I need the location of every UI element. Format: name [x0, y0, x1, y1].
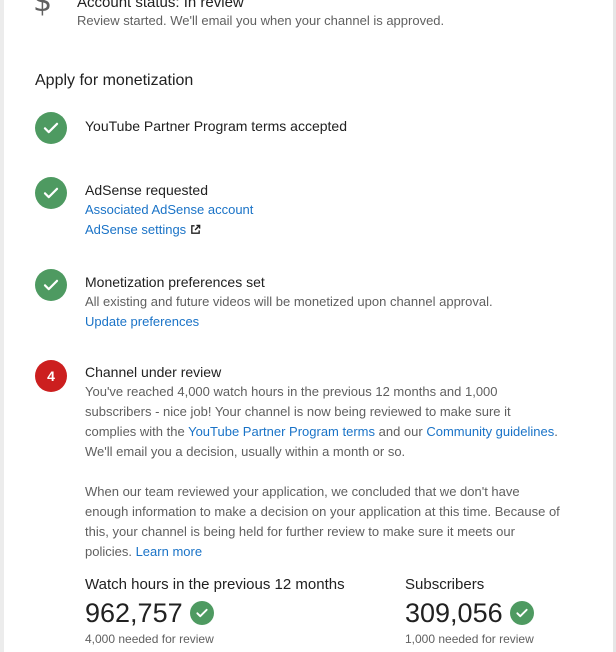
learn-more-link[interactable]: Learn more	[136, 544, 202, 559]
adsense-settings-link[interactable]: AdSense settings	[85, 222, 186, 237]
check-circle-icon	[509, 601, 534, 625]
watch-hours-value: 962,757	[85, 598, 183, 628]
subscribers-note: 1,000 needed for review	[405, 632, 534, 646]
step-number-badge: 4	[35, 360, 67, 392]
watch-hours-metric: Watch hours in the previous 12 months 96…	[85, 576, 345, 646]
associated-adsense-link[interactable]: Associated AdSense account	[85, 200, 596, 220]
account-status-subtitle: Review started. We'll email you when you…	[77, 13, 445, 28]
external-link-icon[interactable]	[190, 222, 201, 240]
subscribers-metric: Subscribers 309,056 1,000 needed for rev…	[405, 576, 534, 646]
step-channel-review: 4 Channel under review You've reached 4,…	[35, 360, 596, 565]
community-guidelines-link[interactable]: Community guidelines	[426, 424, 554, 439]
subscribers-label: Subscribers	[405, 576, 485, 593]
section-title: Apply for monetization	[35, 72, 194, 89]
review-paragraph: You've reached 4,000 watch hours in the …	[85, 382, 565, 462]
account-status-title: Account status: In review	[77, 0, 244, 11]
eligibility-metrics: Watch hours in the previous 12 months 96…	[85, 576, 596, 646]
check-circle-icon	[35, 112, 67, 144]
watch-hours-label: Watch hours in the previous 12 months	[85, 576, 345, 593]
check-circle-icon	[35, 269, 67, 301]
step-description: All existing and future videos will be m…	[85, 294, 493, 309]
left-border	[0, 0, 4, 652]
check-circle-icon	[35, 177, 67, 209]
step-title: Monetization preferences set	[85, 274, 265, 290]
step-title: Channel under review	[85, 364, 222, 380]
step-title: YouTube Partner Program terms accepted	[85, 118, 347, 134]
partner-program-terms-link[interactable]: YouTube Partner Program terms	[188, 424, 375, 439]
held-for-review-paragraph: When our team reviewed your application,…	[85, 482, 565, 562]
step-adsense: AdSense requested Associated AdSense acc…	[35, 177, 596, 237]
check-circle-icon	[189, 601, 214, 625]
step-monetization-preferences: Monetization preferences set All existin…	[35, 269, 596, 329]
step-title: AdSense requested	[85, 182, 208, 198]
subscribers-value: 309,056	[405, 598, 503, 628]
review-text: and our	[375, 424, 427, 439]
dollar-icon: $	[33, 0, 53, 19]
watch-hours-note: 4,000 needed for review	[85, 632, 214, 646]
update-preferences-link[interactable]: Update preferences	[85, 312, 596, 332]
step-partner-terms: YouTube Partner Program terms accepted	[35, 112, 596, 146]
